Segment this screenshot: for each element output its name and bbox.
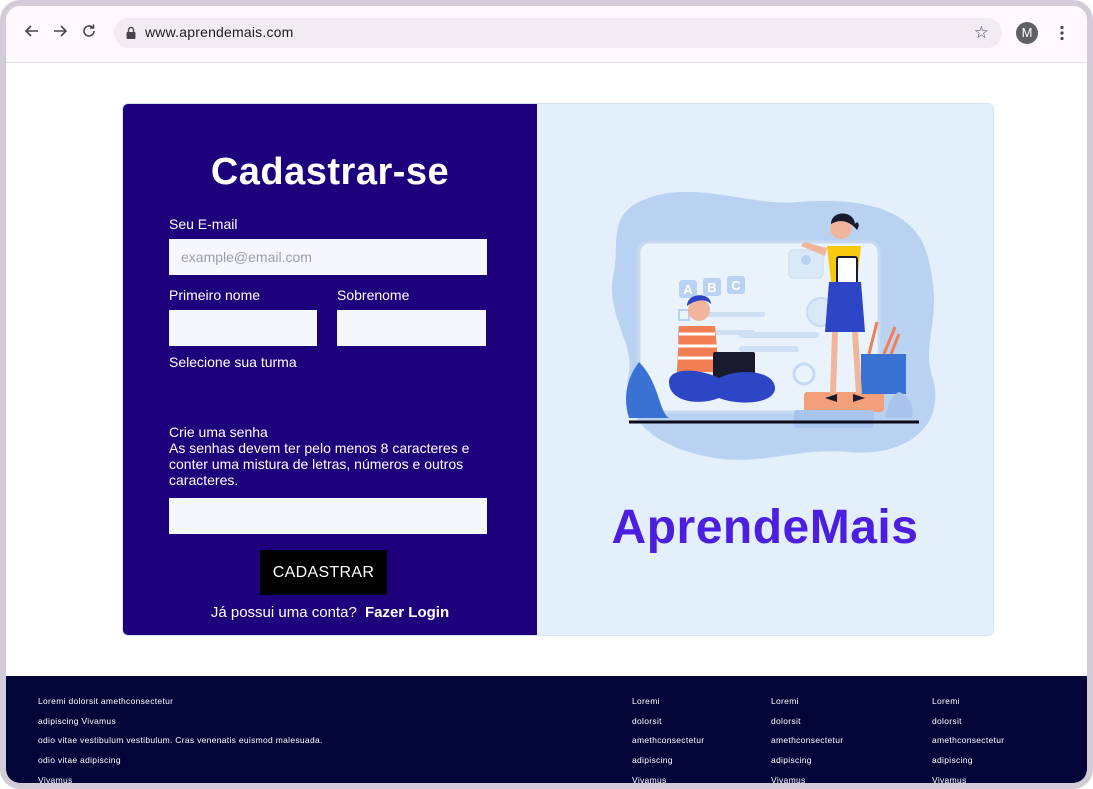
footer-text: odio vitae adipiscing <box>38 755 121 766</box>
signup-card: Cadastrar-se Seu E-mail Primeiro nome So… <box>122 103 994 636</box>
signup-button[interactable]: CADASTRAR <box>260 550 387 595</box>
footer-link[interactable]: Vivamus <box>771 774 843 783</box>
svg-text:C: C <box>731 278 741 293</box>
email-field[interactable] <box>169 239 487 275</box>
brand-logo: AprendeMais <box>611 501 919 554</box>
footer-link[interactable]: dolorsit <box>771 715 843 735</box>
password-instructions: Crie uma senha As senhas devem ter pelo … <box>169 424 499 488</box>
svg-text:A: A <box>683 282 693 297</box>
email-label: Seu E-mail <box>169 216 238 232</box>
classroom-illustration: A B C <box>611 191 936 460</box>
lock-icon <box>126 26 136 39</box>
footer-links-column: Loremi dolorsit amethconsectetur adipisc… <box>771 695 843 783</box>
footer-link[interactable]: amethconsectetur <box>932 734 1004 754</box>
signup-form: Cadastrar-se Seu E-mail Primeiro nome So… <box>123 104 537 635</box>
footer-link[interactable]: Vivamus <box>632 774 704 783</box>
footer-link[interactable]: adipiscing <box>771 754 843 774</box>
footer-link[interactable]: dolorsit <box>932 715 1004 735</box>
page-title: Cadastrar-se <box>210 151 450 193</box>
first-name-field[interactable] <box>169 310 317 346</box>
login-link[interactable]: Fazer Login <box>365 604 449 621</box>
footer-link[interactable]: amethconsectetur <box>771 734 843 754</box>
star-icon[interactable]: ☆ <box>974 23 989 43</box>
back-arrow-icon[interactable] <box>22 23 42 43</box>
footer-link[interactable]: Loremi <box>771 695 843 715</box>
reload-icon[interactable] <box>79 23 99 43</box>
first-name-label: Primeiro nome <box>169 287 261 303</box>
brand-panel: A B C AprendeMais <box>537 104 993 635</box>
browser-toolbar: www.aprendemais.com ☆ M <box>6 6 1087 63</box>
password-hint: As senhas devem ter pelo menos 8 caracte… <box>169 440 470 488</box>
password-field[interactable] <box>169 498 487 534</box>
avatar[interactable]: M <box>1016 22 1038 44</box>
forward-arrow-icon[interactable] <box>50 23 70 43</box>
footer-link[interactable]: Loremi <box>932 695 1004 715</box>
footer-text: Loremi dolorsit amethconsectetur <box>38 696 174 706</box>
footer: Loremi dolorsit amethconsectetur adipisc… <box>6 676 1087 785</box>
footer-link[interactable]: Loremi <box>632 695 704 715</box>
footer-link[interactable]: dolorsit <box>632 715 704 735</box>
login-prompt: Já possui uma conta? <box>210 604 357 621</box>
address-bar[interactable]: www.aprendemais.com ☆ <box>114 18 1002 48</box>
footer-link[interactable]: adipiscing <box>632 754 704 774</box>
last-name-field[interactable] <box>337 310 486 346</box>
svg-text:B: B <box>707 280 716 295</box>
login-prompt-row: Já possui uma conta? Fazer Login <box>123 604 537 621</box>
footer-link[interactable]: Vivamus <box>932 774 1004 783</box>
footer-link[interactable]: adipiscing <box>932 754 1004 774</box>
footer-text: adipiscing Vivamus <box>38 715 117 726</box>
footer-links-column: Loremi dolorsit amethconsectetur adipisc… <box>632 695 704 783</box>
password-label: Crie uma senha <box>169 424 268 440</box>
footer-links-column: Loremi dolorsit amethconsectetur adipisc… <box>932 695 1004 783</box>
browser-window: www.aprendemais.com ☆ M Cadastrar-se Seu… <box>0 0 1093 789</box>
footer-text: Vivamus <box>38 774 73 785</box>
last-name-label: Sobrenome <box>337 287 410 303</box>
more-vert-icon[interactable] <box>1056 25 1068 41</box>
url-text[interactable]: www.aprendemais.com <box>145 24 294 40</box>
footer-link[interactable]: amethconsectetur <box>632 734 704 754</box>
class-select-label: Selecione sua turma <box>169 354 297 370</box>
footer-text: odio vitae vestibulum vestibulum. Cras v… <box>38 735 323 746</box>
footer-about: Loremi dolorsit amethconsectetur adipisc… <box>38 695 323 785</box>
